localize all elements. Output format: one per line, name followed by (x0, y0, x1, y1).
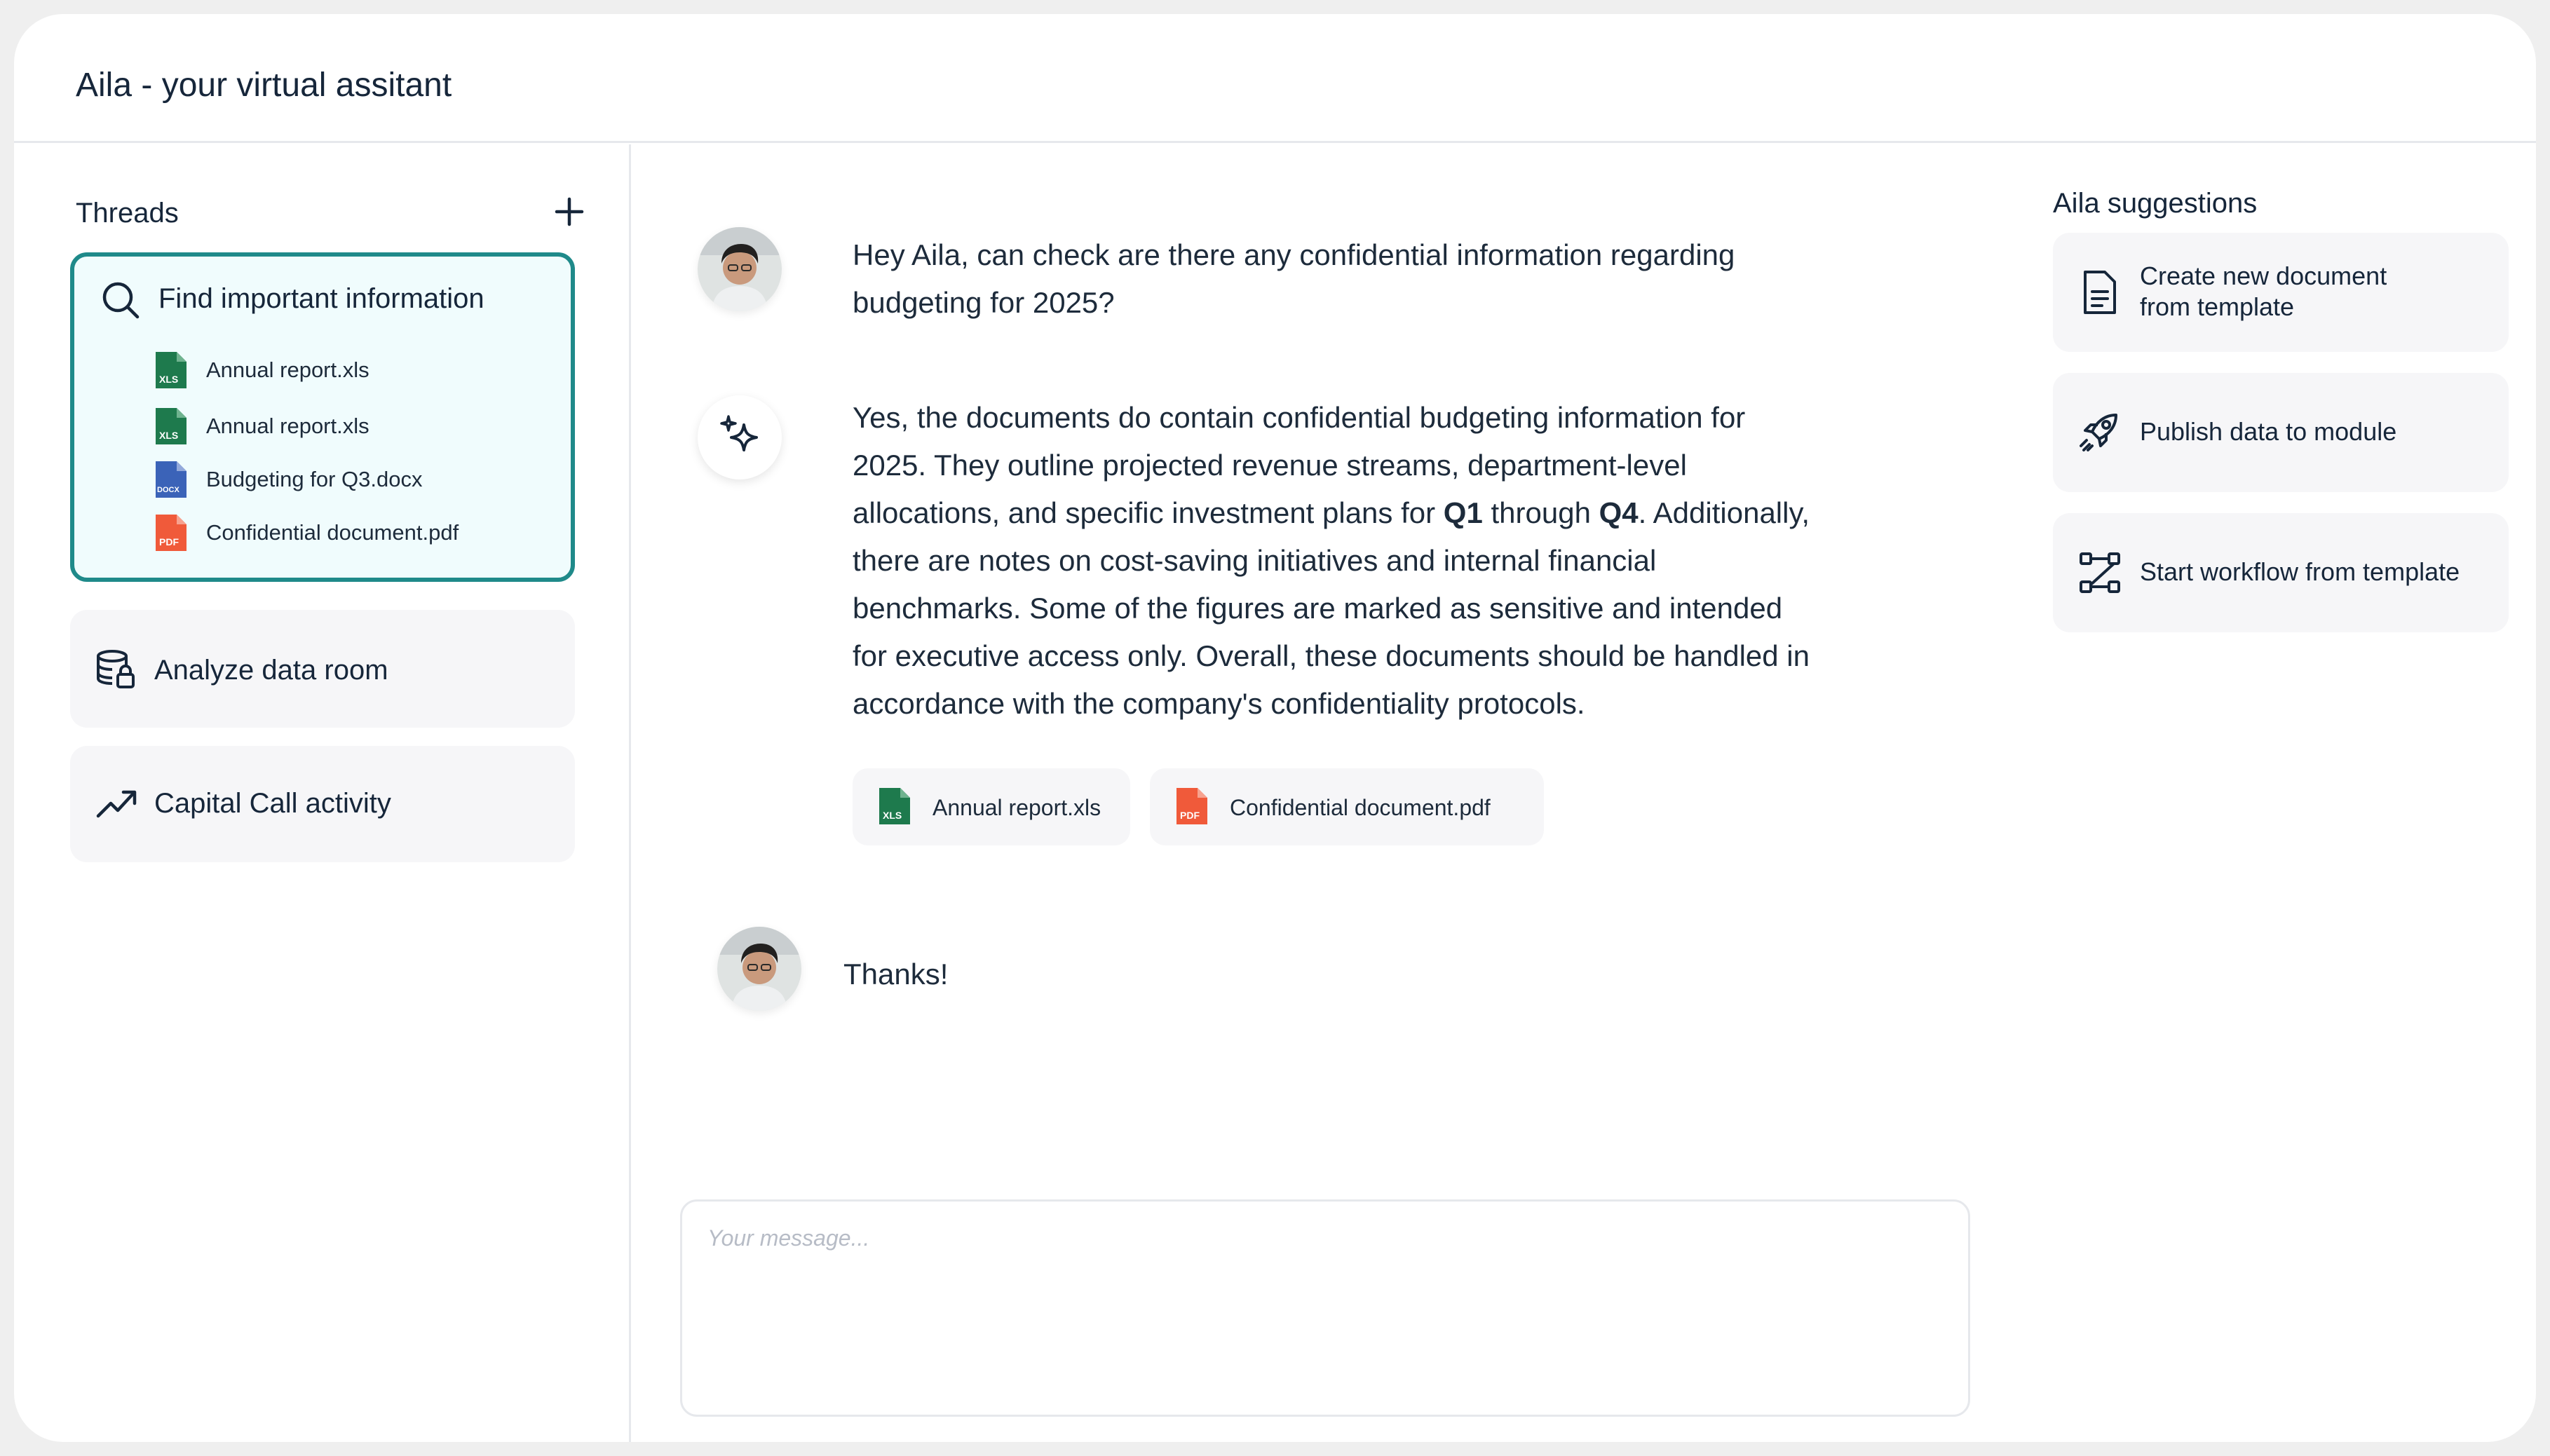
message-emphasis: Q4 (1599, 496, 1639, 529)
thread-title: Find important information (158, 283, 484, 314)
trending-up-icon (96, 790, 137, 818)
user-message-text: Thanks! (843, 958, 949, 991)
svg-text:PDF: PDF (1180, 810, 1200, 821)
header-bar: Aila - your virtual assitant (14, 14, 2536, 143)
pdf-file-icon: PDF (1176, 788, 1207, 824)
sparkle-icon (720, 415, 758, 451)
person-avatar-icon (717, 927, 801, 1011)
xls-file-icon: XLS (879, 788, 910, 824)
user-avatar (717, 927, 801, 1011)
rocket-icon (2080, 414, 2117, 451)
threads-header: Threads (76, 193, 588, 236)
suggestions-panel: Aila suggestions Create new document fro… (2009, 144, 2536, 1442)
message-input[interactable] (707, 1225, 1941, 1394)
workflow-icon (2080, 552, 2120, 593)
suggestion-publish-data[interactable]: Publish data to module (2053, 373, 2509, 492)
search-icon (102, 282, 140, 319)
svg-text:XLS: XLS (159, 430, 178, 441)
message-emphasis: Q1 (1443, 496, 1483, 529)
message-composer (680, 1199, 1970, 1417)
attachment-annual-report[interactable]: XLS Annual report.xls (853, 768, 1130, 845)
assistant-avatar (698, 395, 782, 479)
svg-text:DOCX: DOCX (157, 486, 179, 494)
svg-text:XLS: XLS (883, 810, 902, 821)
app-window: Aila - your virtual assitant Threads Fin… (14, 14, 2536, 1442)
add-thread-button[interactable] (551, 193, 588, 230)
plus-icon (555, 197, 584, 226)
svg-text:PDF: PDF (159, 536, 179, 547)
xls-file-icon: XLS (156, 408, 186, 444)
suggestion-label-line: Create new document (2140, 261, 2387, 290)
attachment-name: Annual report.xls (932, 795, 1101, 820)
suggestions-title: Aila suggestions (2053, 188, 2258, 219)
suggestion-label: Create new document from template (2140, 261, 2387, 322)
file-name: Annual report.xls (206, 414, 369, 438)
user-avatar (698, 227, 782, 311)
person-avatar-icon (698, 227, 782, 311)
suggestion-create-document[interactable]: Create new document from template (2053, 233, 2509, 352)
message-segment: through (1482, 496, 1599, 529)
svg-text:XLS: XLS (159, 374, 178, 385)
thread-title: Capital Call activity (154, 788, 391, 819)
assistant-message-text: Yes, the documents do contain confidenti… (853, 394, 1820, 728)
suggestion-label: Start workflow from template (2140, 557, 2460, 586)
attachment-name: Confidential document.pdf (1230, 795, 1491, 820)
threads-sidebar: Threads Find important information XLS A… (14, 144, 631, 1442)
suggestion-label: Publish data to module (2140, 417, 2397, 446)
thread-title: Analyze data room (154, 655, 388, 686)
xls-file-icon: XLS (156, 352, 186, 388)
suggestion-start-workflow[interactable]: Start workflow from template (2053, 513, 2509, 632)
database-lock-icon (97, 650, 135, 688)
threads-label: Threads (76, 198, 179, 229)
docx-file-icon: DOCX (156, 461, 186, 498)
app-title: Aila - your virtual assitant (76, 67, 452, 104)
pdf-file-icon: PDF (156, 515, 186, 551)
thread-item-find-important-information[interactable]: Find important information XLS Annual re… (70, 252, 575, 582)
document-icon (2084, 271, 2116, 314)
message-segment: . Additionally, there are notes on cost-… (853, 496, 1810, 720)
chat-panel: Hey Aila, can check are there any confid… (633, 144, 2007, 1442)
file-name: Annual report.xls (206, 358, 369, 382)
file-name: Confidential document.pdf (206, 520, 459, 545)
attachment-confidential-document[interactable]: PDF Confidential document.pdf (1150, 768, 1544, 845)
suggestion-label-line: from template (2140, 292, 2295, 321)
user-message-text: Hey Aila, can check are there any confid… (853, 238, 1735, 319)
thread-item-analyze-data-room[interactable]: Analyze data room (70, 610, 575, 728)
thread-item-capital-call-activity[interactable]: Capital Call activity (70, 746, 575, 862)
file-name: Budgeting for Q3.docx (206, 467, 423, 491)
